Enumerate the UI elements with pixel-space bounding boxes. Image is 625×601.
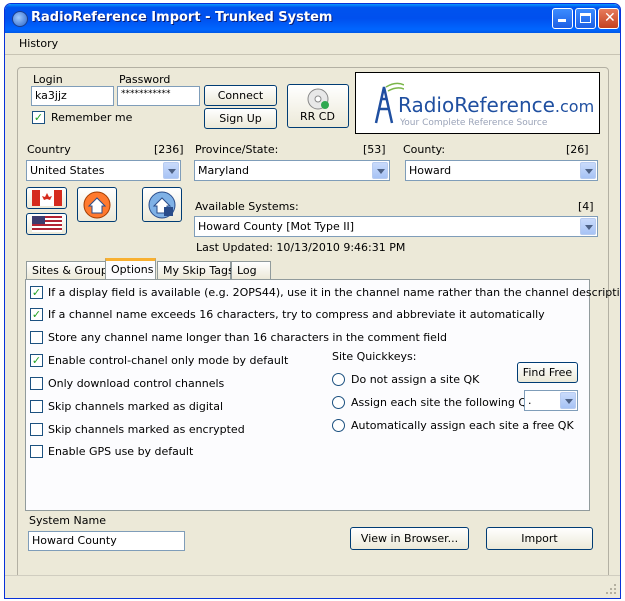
app-icon xyxy=(12,11,28,27)
tab-sites-groups[interactable]: Sites & Groups xyxy=(26,261,114,279)
chevron-down-icon xyxy=(560,392,576,409)
system-name-input[interactable]: Howard County xyxy=(28,531,185,551)
county-label: County: xyxy=(403,143,446,156)
opt-control-channel-mode-checkbox[interactable]: ✓ xyxy=(30,354,43,367)
country-label: Country xyxy=(27,143,71,156)
state-count: [53] xyxy=(363,143,386,156)
qk-assign-following-radio[interactable] xyxy=(332,396,345,409)
remember-me-checkbox[interactable]: ✓ xyxy=(32,111,45,124)
country-select[interactable]: United States xyxy=(26,160,181,181)
import-button[interactable]: Import xyxy=(486,527,593,550)
tab-options[interactable]: Options xyxy=(105,258,156,279)
connect-button[interactable]: Connect xyxy=(204,85,277,106)
opt-display-field-checkbox[interactable]: ✓ xyxy=(30,286,43,299)
state-select[interactable]: Maryland xyxy=(194,160,390,181)
title-bar[interactable]: RadioReference Import - Trunked System ✕ xyxy=(5,4,620,33)
qk-do-not-assign-radio[interactable] xyxy=(332,373,345,386)
chevron-down-icon xyxy=(580,162,596,179)
state-label: Province/State: xyxy=(195,143,279,156)
opt-only-control-label: Only download control channels xyxy=(48,377,225,390)
close-button[interactable]: ✕ xyxy=(598,8,619,29)
qk-do-not-assign-label: Do not assign a site QK xyxy=(351,373,480,386)
chevron-down-icon xyxy=(580,218,596,235)
opt-gps-checkbox[interactable] xyxy=(30,445,43,458)
opt-store-comment-label: Store any channel name longer than 16 ch… xyxy=(48,331,447,344)
window-title: RadioReference Import - Trunked System xyxy=(31,10,333,25)
available-systems-label: Available Systems: xyxy=(195,200,299,213)
county-count: [26] xyxy=(566,143,589,156)
view-in-browser-button[interactable]: View in Browser... xyxy=(350,527,469,550)
home-icon xyxy=(83,191,111,219)
app-window: RadioReference Import - Trunked System ✕… xyxy=(4,3,621,599)
save-home-icon xyxy=(148,191,176,219)
system-name-label: System Name xyxy=(29,514,106,527)
last-updated-text: Last Updated: 10/13/2010 9:46:31 PM xyxy=(196,241,406,254)
available-systems-count: [4] xyxy=(578,200,594,213)
available-systems-select[interactable]: Howard County [Mot Type II] xyxy=(194,216,598,237)
opt-skip-encrypted-checkbox[interactable] xyxy=(30,423,43,436)
password-label: Password xyxy=(119,73,171,86)
opt-skip-encrypted-label: Skip channels marked as encrypted xyxy=(48,423,245,436)
tab-log[interactable]: Log xyxy=(231,261,271,279)
qk-auto-assign-label: Automatically assign each site a free QK xyxy=(351,419,574,432)
opt-skip-digital-label: Skip channels marked as digital xyxy=(48,400,224,413)
remember-me-label: Remember me xyxy=(51,111,133,124)
rr-cd-button[interactable]: RR CD xyxy=(287,84,349,128)
opt-control-channel-mode-label: Enable control-chanel only mode by defau… xyxy=(48,354,289,367)
maximize-button[interactable] xyxy=(575,8,596,29)
chevron-down-icon xyxy=(163,162,179,179)
opt-compress-name-checkbox[interactable]: ✓ xyxy=(30,308,43,321)
qk-select[interactable]: . xyxy=(524,390,578,411)
usa-flag-icon xyxy=(32,216,62,232)
login-label: Login xyxy=(33,73,63,86)
menu-bar: History xyxy=(5,33,620,55)
logo-wordmark: RadioReference.com xyxy=(398,93,595,117)
country-count: [236] xyxy=(154,143,184,156)
login-input[interactable]: ka3jjz xyxy=(31,86,114,106)
resize-grip-icon[interactable] xyxy=(605,583,617,595)
opt-display-field-label: If a display field is available (e.g. 2O… xyxy=(48,286,621,299)
chevron-down-icon xyxy=(372,162,388,179)
password-input[interactable]: *********** xyxy=(117,86,200,106)
find-free-button[interactable]: Find Free xyxy=(517,362,578,383)
save-home-button[interactable] xyxy=(142,187,182,222)
menu-history[interactable]: History xyxy=(19,37,58,50)
county-select[interactable]: Howard xyxy=(405,160,598,181)
radioreference-logo: RadioReference.com Your Complete Referen… xyxy=(355,72,600,134)
status-bar xyxy=(5,575,620,598)
sign-up-button[interactable]: Sign Up xyxy=(204,108,277,129)
opt-store-comment-checkbox[interactable] xyxy=(30,331,43,344)
opt-compress-name-label: If a channel name exceeds 16 characters,… xyxy=(48,308,545,321)
opt-only-control-checkbox[interactable] xyxy=(30,377,43,390)
cd-icon xyxy=(307,88,329,110)
opt-skip-digital-checkbox[interactable] xyxy=(30,400,43,413)
qk-auto-assign-radio[interactable] xyxy=(332,419,345,432)
home-location-button[interactable] xyxy=(77,187,117,222)
site-quickkeys-title: Site Quickkeys: xyxy=(332,350,417,363)
canada-flag-button[interactable] xyxy=(26,187,67,209)
minimize-button[interactable] xyxy=(552,8,573,29)
tab-my-skip-tags[interactable]: My Skip Tags xyxy=(157,261,234,279)
canada-flag-icon xyxy=(32,190,62,206)
rr-cd-label: RR CD xyxy=(300,110,335,123)
logo-tagline: Your Complete Reference Source xyxy=(400,118,548,128)
opt-gps-label: Enable GPS use by default xyxy=(48,445,194,458)
usa-flag-button[interactable] xyxy=(26,213,67,235)
qk-assign-following-label: Assign each site the following QK: xyxy=(351,396,538,409)
